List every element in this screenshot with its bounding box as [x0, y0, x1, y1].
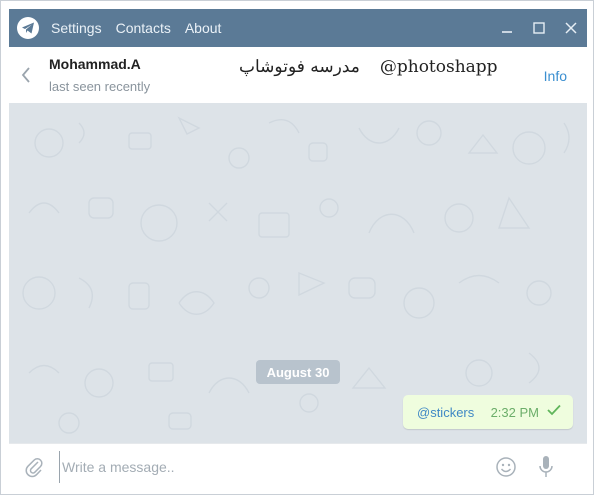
chat-area: August 30 @stickers 2:32 PM [9, 103, 587, 443]
paperclip-icon [25, 458, 43, 478]
back-button[interactable] [9, 47, 43, 103]
date-badge: August 30 [256, 360, 340, 384]
message-composer [9, 443, 587, 490]
attach-button[interactable] [9, 444, 59, 490]
peer-info[interactable]: Mohammad.A last seen recently [49, 56, 150, 94]
window-controls [491, 9, 587, 47]
voice-record-button[interactable] [524, 444, 568, 490]
peer-status: last seen recently [49, 79, 151, 94]
telegram-logo-icon [17, 17, 39, 39]
title-bar: Settings Contacts About [9, 9, 587, 47]
peer-name: Mohammad.A [49, 56, 141, 72]
emoji-button[interactable] [488, 449, 524, 485]
maximize-icon [533, 22, 545, 34]
close-icon [565, 22, 577, 34]
microphone-icon [539, 456, 553, 477]
smiley-icon [496, 457, 516, 477]
message-time: 2:32 PM [490, 404, 539, 420]
doodle-background [22, 116, 570, 434]
message-text-link[interactable]: @stickers [417, 405, 474, 420]
channel-title: مدرسه فوتوشاپ @photoshapp [239, 57, 498, 77]
minimize-button[interactable] [491, 9, 523, 47]
message-input[interactable] [59, 451, 484, 483]
check-icon [547, 403, 561, 421]
info-button[interactable]: Info [544, 68, 567, 84]
menu-contacts[interactable]: Contacts [116, 20, 171, 36]
channel-title-handle: @photoshapp [379, 57, 498, 77]
menu-about[interactable]: About [185, 20, 222, 36]
message-bubble-outgoing[interactable]: @stickers 2:32 PM [403, 395, 573, 429]
chat-header: Mohammad.A last seen recently مدرسه فوتو… [9, 47, 587, 104]
minimize-icon [502, 31, 512, 33]
maximize-button[interactable] [523, 9, 555, 47]
channel-title-arabic: مدرسه فوتوشاپ [239, 57, 360, 77]
message-meta: 2:32 PM [491, 403, 561, 421]
chevron-left-icon [21, 67, 30, 83]
menu-settings[interactable]: Settings [51, 20, 102, 36]
close-button[interactable] [555, 9, 587, 47]
telegram-window: Settings Contacts About Mohammad.A last … [0, 0, 594, 495]
